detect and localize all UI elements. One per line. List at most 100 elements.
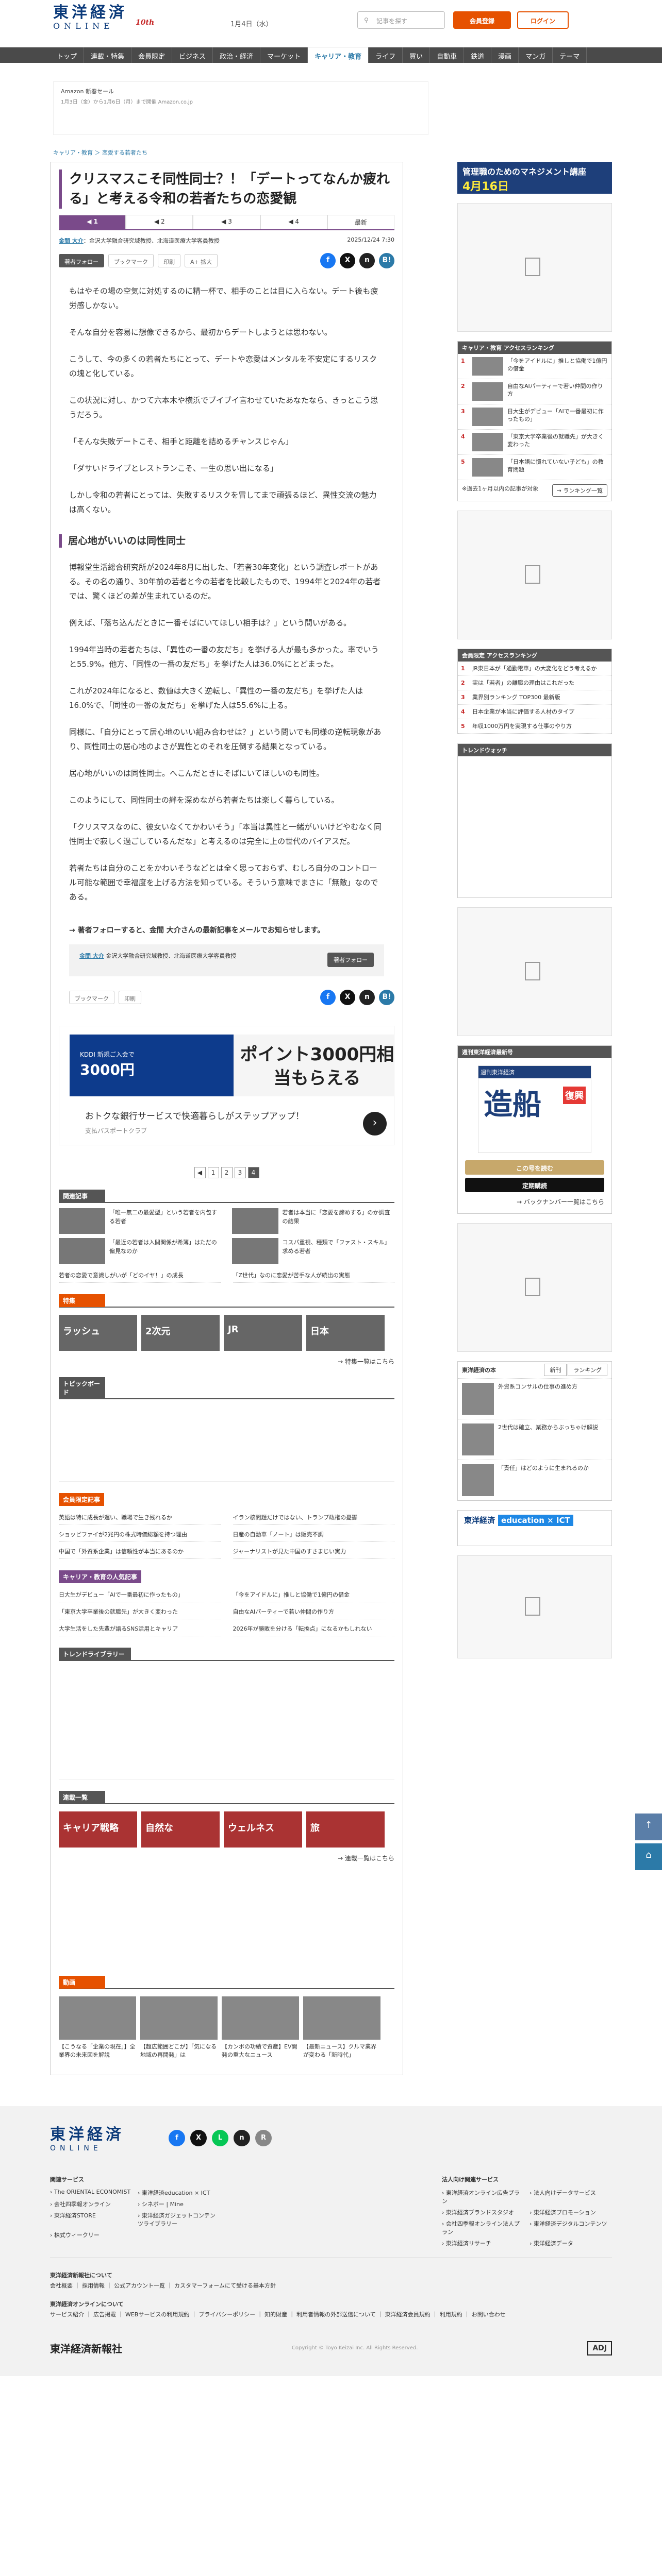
sidebar-ad-2[interactable] [457,511,612,639]
video-item[interactable]: 【カンボの功績で資産】EV開発の重大なニュース [222,1996,299,2059]
x-icon[interactable]: X [340,253,355,268]
bookmark-button-bottom[interactable]: ブックマーク [69,991,114,1004]
hatena-icon[interactable]: B! [379,990,394,1005]
register-button[interactable]: 会員登録 [453,11,511,29]
footer-link[interactable]: › 東洋経済ガジェットコンテンツライブラリー [138,2211,220,2228]
scroll-top-button[interactable]: ↑ [635,1814,662,1840]
career-article-item[interactable]: 2026年が勝敗を分ける「転換点」になるかもしれない [233,1622,394,1636]
page-tab[interactable]: ◀ 1 [59,215,126,229]
ranking-item[interactable]: 2 自由なAIパーティーで若い仲間の作り方 [458,379,611,404]
buy-issue-button[interactable]: この号を読む [465,1160,604,1175]
back-number-link[interactable]: → バックナンバー一覧はこちら [465,1197,604,1206]
print-button[interactable]: 印刷 [158,254,180,267]
bookmark-button[interactable]: ブックマーク [108,254,154,267]
magazine-cover[interactable]: 週刊東洋経済 造船 復興 [478,1065,591,1153]
footer-link[interactable]: › 会社四季報オンライン [50,2200,133,2208]
facebook-icon[interactable]: f [169,2130,185,2146]
footer-link[interactable]: › The ORIENTAL ECONOMIST [50,2189,133,2197]
page-number[interactable]: 2 [221,1167,233,1178]
series-more-link[interactable]: → 連載一覧はこちら [59,1854,394,1862]
related-item[interactable]: 若者は本当に「恋愛を諦めする」のか調査の結果 [231,1208,395,1234]
member-ranking-item[interactable]: 2 実は「若者」の離職の理由はこれだった [458,676,611,690]
footer-link[interactable]: › 株式ウィークリー [50,2231,133,2239]
video-item[interactable]: 【超広範囲どこが】「気になる地域の再開発」は [140,1996,218,2059]
footer-online-links[interactable]: サービス紹介 ｜ 広告掲載 ｜ WEBサービスの利用規約 ｜ プライバシーポリシ… [50,2310,612,2320]
book-item[interactable]: 「責任」はどのように生まれるのか [458,1460,611,1500]
login-button[interactable]: ログイン [517,11,569,29]
mid-ad[interactable]: KDDI 新規ご入会で 3000円 ポイント3000円相当もらえる おトクな銀行サ… [59,1026,394,1145]
feature-more-link[interactable]: → 特集一覧はこちら [59,1357,394,1366]
member-article-item[interactable]: 英語は特に成長が遅い、職場で生き残れるか [59,1511,221,1525]
home-icon[interactable]: ⌂ [635,1843,662,1870]
career-article-item[interactable]: 「東京大学卒業後の就職先」が大きく変わった [59,1605,221,1619]
nav-item[interactable]: トップ [50,47,85,63]
related-item[interactable]: 「唯一無二の最愛型」という若者を内包する若者 [59,1208,222,1234]
follow-author-button[interactable]: 著者フォロー [59,254,104,267]
site-logo[interactable]: 東洋経済 ONLINE 10th [53,4,154,31]
page-number[interactable]: 1 [207,1167,219,1178]
font-size-button[interactable]: A+ 拡大 [185,254,218,267]
footer-about-links[interactable]: 会社概要 ｜ 採用情報 ｜ 公式アカウント一覧 ｜ カスタマーフォームにて受ける… [50,2281,612,2291]
nav-item[interactable]: ビジネス [172,47,213,63]
member-article-item[interactable]: 中国で「外資系企業」は信頼性が本当にあるのか [59,1545,221,1559]
career-article-item[interactable]: 大学生活をした先輩が語るSNS活用とキャリア [59,1622,221,1636]
series-thumb[interactable]: ウェルネス [224,1811,302,1848]
ranking-item[interactable]: 4 「東京大学卒業後の就職先」が大きく変わった [458,430,611,455]
related-text-item[interactable]: 若者の恋愛で意識しがいが「どのイヤ！」の成長 [59,1269,221,1283]
member-article-item[interactable]: 日産の自動車「ノート」は販売不調 [233,1528,394,1542]
related-text-item[interactable]: 「Z世代」なのに恋愛が苦手な人が続出の実態 [233,1269,394,1283]
print-button-bottom[interactable]: 印刷 [119,991,141,1004]
nav-item[interactable]: ライフ [369,47,403,63]
feature-thumb[interactable]: 2次元 [141,1315,220,1351]
footer-link[interactable]: › 東洋経済プロモーション [529,2208,612,2216]
sidebar-ad-1[interactable] [457,203,612,332]
footer-link[interactable]: › 東洋経済データ [529,2239,612,2247]
nav-item[interactable]: キャリア・教育 [308,47,369,63]
nav-item[interactable]: 漫画 [491,47,519,63]
footer-link[interactable]: › 東洋経済education × ICT [138,2189,220,2197]
sidebar-ad-4[interactable] [457,1223,612,1352]
series-thumb[interactable]: キャリア戦略 [59,1811,137,1848]
x-icon[interactable]: X [340,990,355,1005]
feature-thumb[interactable]: ラッシュ [59,1315,137,1351]
note-icon[interactable]: n [359,253,375,268]
nav-item[interactable]: マーケット [260,47,308,63]
video-item[interactable]: 【最新ニュース】クルマ業界が変わる「新時代」 [303,1996,380,2059]
member-article-item[interactable]: ジャーナリストが見た中国のすさまじい実力 [233,1545,394,1559]
feature-thumb[interactable]: JR [224,1315,302,1351]
books-tab[interactable]: 新刊 [544,1364,567,1376]
footer-link[interactable]: › 東洋経済STORE [50,2211,133,2228]
nav-item[interactable]: 自動車 [430,47,465,63]
career-article-item[interactable]: 自由なAIパーティーで若い仲間の作り方 [233,1605,394,1619]
footer-link[interactable]: › 東洋経済ブランドスタジオ [442,2208,524,2216]
career-article-item[interactable]: 「今をアイドルに」推しと協働で1億円の借金 [233,1588,394,1602]
book-item[interactable]: 外資系コンサルの仕事の進め方 [458,1378,611,1419]
prev-page-icon[interactable]: ◀ [194,1167,206,1178]
author-box-follow-button[interactable]: 著者フォロー [327,953,374,967]
footer-link[interactable]: › 会社四季報オンライン法人プラン [442,2219,524,2236]
education-ict-banner[interactable]: 東洋経済 education × ICT [457,1510,612,1546]
note-icon[interactable]: n [234,2130,250,2146]
books-tab[interactable]: ランキング [568,1364,607,1376]
member-article-item[interactable]: イラン核問題だけではない、トランプ政権の憂鬱 [233,1511,394,1525]
page-tab[interactable]: 最新 [327,215,395,229]
nav-item[interactable]: 買い [403,47,431,63]
career-article-item[interactable]: 日大生がデビュー「AIで一番最初に作ったもの」 [59,1588,221,1602]
ranking-item[interactable]: 1 「今をアイドルに」推しと協働で1億円の借金 [458,354,611,379]
nav-item[interactable]: マンガ [519,47,553,63]
nav-item[interactable]: 連載・特集 [84,47,132,63]
sidebar-ad-5[interactable] [457,1555,612,1658]
author-name[interactable]: 金間 大介 [59,238,84,244]
feature-thumb[interactable]: 日本 [306,1315,385,1351]
related-item[interactable]: 「最近の若者は入間関係が希薄」はただの偏見なのか [59,1238,222,1264]
page-tab[interactable]: ◀ 3 [193,215,260,229]
search-input[interactable]: ⚲ 記事を探す [357,11,445,29]
member-ranking-item[interactable]: 4 日本企業が本当に評価する人材のタイプ [458,705,611,719]
hatena-icon[interactable]: B! [379,253,394,268]
video-item[interactable]: 【こうなる「企業の現在」】全業界の未来図を解説 [59,1996,136,2059]
facebook-icon[interactable]: f [320,253,336,268]
member-ranking-item[interactable]: 3 業界別ランキング TOP300 最新版 [458,690,611,705]
page-tab[interactable]: ◀ 4 [260,215,327,229]
ranking-more-button[interactable]: → ランキング一覧 [552,484,607,497]
sidebar-ad-3[interactable] [457,907,612,1036]
